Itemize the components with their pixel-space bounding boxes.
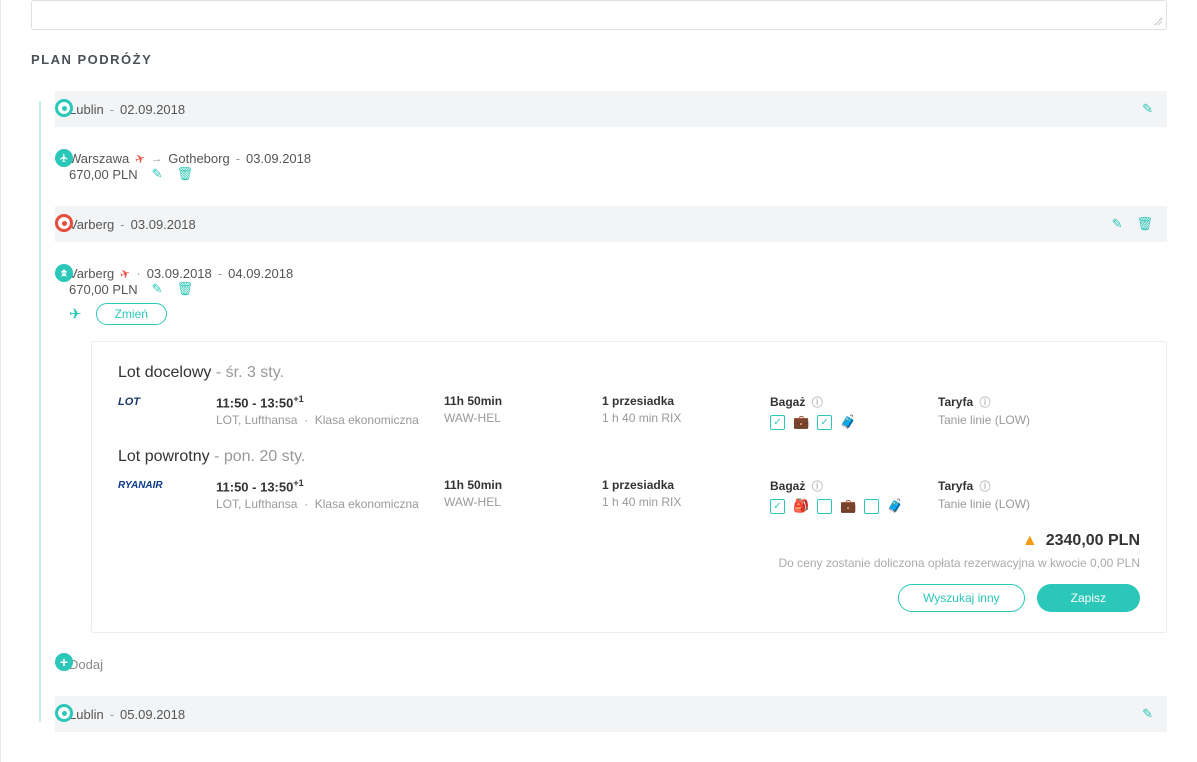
date-label: 05.09.2018 xyxy=(120,707,185,722)
from-label: Warszawa xyxy=(69,151,129,166)
price-label: 670,00 PLN xyxy=(69,167,138,182)
pin-icon xyxy=(55,704,73,722)
delete-icon[interactable]: 🗑 xyxy=(1136,216,1153,232)
warning-icon: ▲ xyxy=(1022,532,1038,550)
separator: - xyxy=(236,151,240,166)
return-row: RYANAIR 11:50 - 13:50+1 LOT, Lufthansa ·… xyxy=(118,478,1140,514)
date-to-label: 04.09.2018 xyxy=(228,266,293,281)
briefcase-icon: 💼 xyxy=(840,498,856,514)
plane-small-icon: ✈ xyxy=(69,305,82,323)
timeline-item-flight: Warszawa ✈ → Gotheborg - 03.09.2018 670,… xyxy=(55,145,1167,188)
arrow-icon: → xyxy=(151,153,162,165)
city-label: Varberg xyxy=(69,217,114,232)
return-heading: Lot powrotny - pon. 20 sty. xyxy=(118,448,1140,466)
baggage-checkbox[interactable]: ✓ xyxy=(817,415,832,430)
route: WAW-HEL xyxy=(444,411,594,425)
separator: - xyxy=(110,102,114,117)
timeline-item-end: Lublin - 05.09.2018 ✎ xyxy=(55,696,1167,732)
baggage-heading: Bagaż ⓘ xyxy=(770,394,930,410)
total-price: ▲ 2340,00 PLN xyxy=(118,532,1140,550)
separator: · xyxy=(136,266,140,281)
separator: - xyxy=(218,266,222,281)
travel-timeline: Lublin - 02.09.2018 ✎ Warszawa ✈ → Gothe… xyxy=(31,91,1167,732)
info-icon[interactable]: ⓘ xyxy=(812,397,823,409)
to-label: Gotheborg xyxy=(168,151,229,166)
duration: 11h 50min xyxy=(444,394,594,408)
timeline-item-start: Lublin - 02.09.2018 ✎ xyxy=(55,91,1167,127)
timeline-item-stop: Varberg - 03.09.2018 ✎ 🗑 xyxy=(55,206,1167,242)
plane-node-icon xyxy=(55,149,73,167)
hotel-node-icon xyxy=(55,264,73,282)
date-from-label: 03.09.2018 xyxy=(147,266,212,281)
edit-icon[interactable]: ✎ xyxy=(1142,101,1153,117)
date-label: 03.09.2018 xyxy=(246,151,311,166)
edit-icon[interactable]: ✎ xyxy=(1142,706,1153,722)
flight-details-card: Lot docelowy - śr. 3 sty. LOT 11:50 - 13… xyxy=(91,341,1167,633)
section-title: PLAN PODRÓŻY xyxy=(31,52,1167,67)
delete-icon[interactable]: 🗑 xyxy=(177,166,194,182)
search-other-button[interactable]: Wyszukaj inny xyxy=(898,584,1025,612)
pin-icon xyxy=(55,99,73,117)
plane-arrow-icon: ✈ xyxy=(133,150,147,167)
suitcase-icon: 🧳 xyxy=(887,498,903,514)
city-label: Lublin xyxy=(69,102,104,117)
outbound-row: LOT 11:50 - 13:50+1 LOT, Lufthansa · Kla… xyxy=(118,394,1140,430)
info-icon[interactable]: ⓘ xyxy=(979,481,990,493)
tariff-value: Tanie linie (LOW) xyxy=(938,497,1140,511)
carriers-class: LOT, Lufthansa · Klasa ekonomiczna xyxy=(216,413,436,427)
suitcase-icon: 🧳 xyxy=(840,414,856,430)
change-button[interactable]: Zmień xyxy=(96,303,167,325)
info-icon[interactable]: ⓘ xyxy=(812,481,823,493)
info-icon[interactable]: ⓘ xyxy=(979,397,990,409)
tariff-value: Tanie linie (LOW) xyxy=(938,413,1140,427)
notes-textarea[interactable] xyxy=(31,0,1167,30)
timeline-line xyxy=(39,101,41,722)
timeline-item-hotel: Varberg ✈ · 03.09.2018 - 04.09.2018 670,… xyxy=(55,260,1167,633)
flight-times: 11:50 - 13:50+1 xyxy=(216,478,436,494)
stops: 1 przesiadka xyxy=(602,478,762,492)
delete-icon[interactable]: 🗑 xyxy=(177,281,194,297)
airline-logo-lot: LOT xyxy=(118,396,208,408)
edit-icon[interactable]: ✎ xyxy=(152,281,163,297)
tariff-heading: Taryfa ⓘ xyxy=(938,478,1140,494)
timeline-add: + Dodaj xyxy=(55,651,1167,678)
bag-small-icon: 🎒 xyxy=(793,498,809,514)
reservation-fee-note: Do ceny zostanie doliczona opłata rezerw… xyxy=(118,556,1140,570)
tariff-heading: Taryfa ⓘ xyxy=(938,394,1140,410)
edit-icon[interactable]: ✎ xyxy=(1112,216,1123,232)
stops-detail: 1 h 40 min RIX xyxy=(602,411,762,425)
separator: - xyxy=(120,217,124,232)
baggage-checkbox[interactable]: ✓ xyxy=(817,499,832,514)
carriers-class: LOT, Lufthansa · Klasa ekonomiczna xyxy=(216,497,436,511)
save-button[interactable]: Zapisz xyxy=(1037,584,1140,612)
stops-detail: 1 h 40 min RIX xyxy=(602,495,762,509)
route: WAW-HEL xyxy=(444,495,594,509)
pin-red-icon xyxy=(55,214,73,232)
stops: 1 przesiadka xyxy=(602,394,762,408)
edit-icon[interactable]: ✎ xyxy=(152,166,163,182)
baggage-checkbox[interactable]: ✓ xyxy=(770,499,785,514)
add-label[interactable]: Dodaj xyxy=(69,657,103,672)
briefcase-icon: 💼 xyxy=(793,414,809,430)
date-label: 02.09.2018 xyxy=(120,102,185,117)
airline-logo-ryanair: RYANAIR xyxy=(118,480,208,491)
baggage-heading: Bagaż ⓘ xyxy=(770,478,930,494)
plane-arrow-icon: ✈ xyxy=(118,265,132,282)
city-label: Varberg xyxy=(69,266,114,281)
baggage-checkbox[interactable]: ✓ xyxy=(770,415,785,430)
baggage-checkbox[interactable]: ✓ xyxy=(864,499,879,514)
outbound-heading: Lot docelowy - śr. 3 sty. xyxy=(118,364,1140,382)
price-label: 670,00 PLN xyxy=(69,282,138,297)
flight-times: 11:50 - 13:50+1 xyxy=(216,394,436,410)
date-label: 03.09.2018 xyxy=(131,217,196,232)
separator: - xyxy=(110,707,114,722)
duration: 11h 50min xyxy=(444,478,594,492)
city-label: Lublin xyxy=(69,707,104,722)
plus-icon[interactable]: + xyxy=(55,653,73,671)
